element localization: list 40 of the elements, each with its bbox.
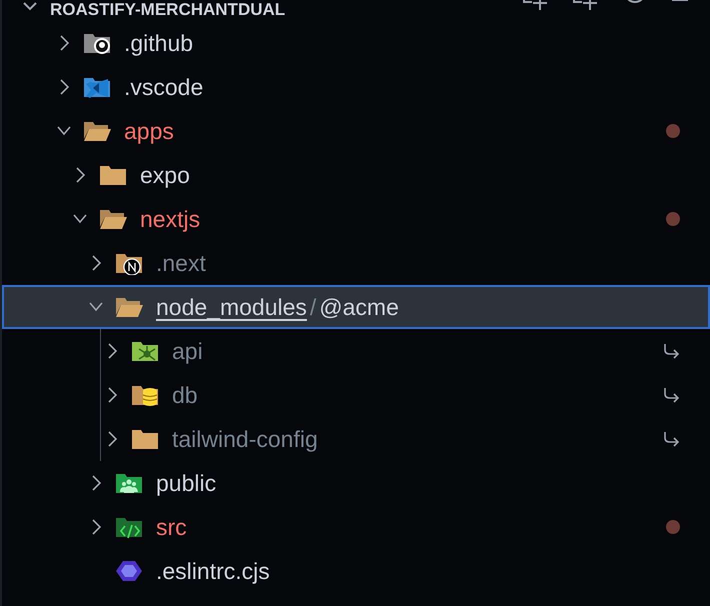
folder-icon (130, 427, 160, 451)
tree-item[interactable]: src (2, 505, 710, 549)
open-folder-icon (114, 295, 144, 319)
tree-item[interactable]: db (2, 373, 710, 417)
path-segment[interactable]: node_modules (156, 290, 307, 324)
tree-item[interactable]: expo (2, 153, 710, 197)
folder-people-icon (114, 471, 144, 495)
folder-database-icon (130, 383, 160, 407)
tree-item[interactable]: tailwind-config (2, 417, 710, 461)
open-folder-icon (98, 207, 128, 231)
folder-name: tailwind-config (172, 424, 318, 454)
folder-name: expo (140, 160, 190, 190)
folder-name: src (156, 512, 187, 542)
open-folder-icon (82, 119, 112, 143)
tree-item[interactable]: api (2, 329, 710, 373)
tree-item[interactable]: .github (2, 21, 710, 65)
folder-icon (98, 163, 128, 187)
chevron-icon[interactable] (22, 0, 38, 12)
tree-item[interactable]: node_modules/@acme (2, 285, 710, 329)
tree-item[interactable]: .next (2, 241, 710, 285)
folder-name: .next (156, 248, 206, 278)
folder-name: public (156, 468, 216, 498)
tree-item[interactable]: apps (2, 109, 710, 153)
tree-item[interactable]: .eslintrc.cjs (2, 549, 710, 593)
hexagon-icon (114, 559, 144, 583)
folder-name: apps (124, 116, 174, 146)
tree-item[interactable]: .vscode (2, 65, 710, 109)
folder-network-icon (130, 339, 160, 363)
tree-item[interactable]: public (2, 461, 710, 505)
path-separator: / (310, 292, 316, 322)
file-name: .eslintrc.cjs (156, 556, 270, 586)
path-segment[interactable]: @acme (319, 290, 399, 324)
workspace-title: ROASTIFY-MERCHANTDUAL (50, 0, 286, 19)
tree-item[interactable]: nextjs (2, 197, 710, 241)
folder-name: api (172, 336, 203, 366)
folder-name: db (172, 380, 198, 410)
folder-name: .github (124, 28, 194, 58)
folder-name: nextjs (140, 204, 200, 234)
folder-name: .vscode (124, 72, 204, 102)
folder-n-icon (114, 251, 144, 275)
